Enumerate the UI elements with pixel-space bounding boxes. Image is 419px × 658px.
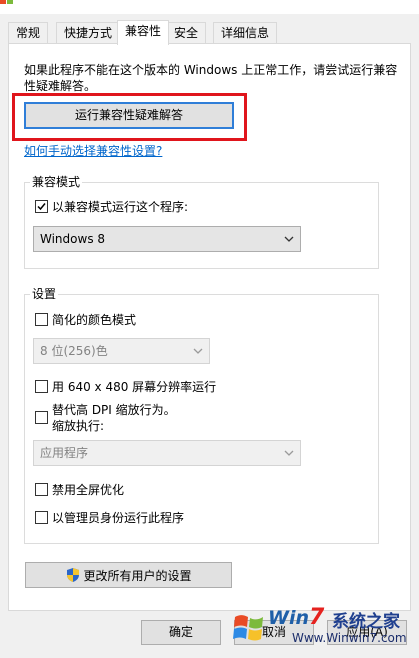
- uac-shield-icon: [67, 568, 80, 582]
- watermark: Win7 系统之家 Www.Winwin7.com: [232, 603, 419, 658]
- watermark-url: Www.Winwin7.com: [292, 631, 407, 645]
- checkbox-icon: [35, 511, 48, 524]
- dpi-label-line1: 替代高 DPI 缩放行为。: [52, 403, 176, 417]
- titlebar: [0, 0, 419, 14]
- resolution-label: 用 640 x 480 屏幕分辨率运行: [52, 380, 217, 394]
- app-icon: [0, 0, 14, 8]
- color-depth-value: 8 位(256)色: [40, 344, 108, 358]
- ok-button[interactable]: 确定: [141, 620, 221, 645]
- change-all-users-button[interactable]: 更改所有用户的设置: [25, 562, 232, 588]
- watermark-brand-seven: 7: [309, 605, 325, 630]
- compat-mode-title: 兼容模式: [30, 175, 83, 189]
- intro-text: 如果此程序不能在这个版本的 Windows 上正常工作，请尝试运行兼容性疑难解答…: [24, 63, 398, 93]
- dpi-override-checkbox[interactable]: 替代高 DPI 缩放行为。 缩放执行:: [35, 402, 176, 434]
- dpi-scaling-value: 应用程序: [40, 446, 89, 460]
- chevron-down-icon: [193, 339, 203, 371]
- tab-compatibility[interactable]: 兼容性: [117, 20, 170, 45]
- reduced-color-label: 简化的颜色模式: [52, 313, 137, 327]
- checkbox-icon: [35, 380, 48, 393]
- manual-settings-link[interactable]: 如何手动选择兼容性设置?: [24, 142, 162, 159]
- watermark-brand-win: Win: [268, 607, 309, 629]
- compat-mode-label: 以兼容模式运行这个程序:: [52, 200, 189, 214]
- os-select-value: Windows 8: [40, 232, 106, 246]
- tab-details[interactable]: 详细信息: [213, 22, 278, 44]
- dpi-scaling-select[interactable]: 应用程序: [33, 440, 301, 466]
- color-depth-select[interactable]: 8 位(256)色: [33, 338, 210, 364]
- checkbox-icon: [35, 411, 48, 424]
- fullscreen-opt-label: 禁用全屏优化: [52, 483, 125, 497]
- fullscreen-opt-checkbox[interactable]: 禁用全屏优化: [35, 482, 124, 498]
- windows-logo-icon: [233, 615, 263, 641]
- change-all-users-label: 更改所有用户的设置: [83, 568, 192, 583]
- dpi-label-line2: 缩放执行:: [52, 419, 105, 433]
- run-as-admin-checkbox[interactable]: 以管理员身份运行此程序: [35, 510, 184, 526]
- checkbox-icon: [35, 483, 48, 496]
- resolution-checkbox[interactable]: 用 640 x 480 屏幕分辨率运行: [35, 379, 216, 395]
- checkbox-icon: [35, 313, 48, 326]
- run-troubleshooter-button[interactable]: 运行兼容性疑难解答: [24, 102, 234, 129]
- reduced-color-checkbox[interactable]: 简化的颜色模式: [35, 312, 136, 328]
- watermark-brand: Win7: [268, 605, 324, 630]
- tab-general[interactable]: 常规: [8, 22, 49, 44]
- tab-shortcut[interactable]: 快捷方式: [56, 22, 121, 44]
- tab-security[interactable]: 安全: [166, 22, 207, 44]
- watermark-brand-cn: 系统之家: [332, 612, 400, 632]
- compat-mode-checkbox[interactable]: 以兼容模式运行这个程序:: [35, 199, 188, 215]
- tab-strip: 常规 快捷方式 兼容性 安全 详细信息: [0, 20, 419, 45]
- checkbox-checked-icon: [35, 200, 48, 213]
- chevron-down-icon: [284, 441, 294, 473]
- run-as-admin-label: 以管理员身份运行此程序: [52, 511, 185, 525]
- chevron-down-icon: [284, 227, 294, 259]
- os-select[interactable]: Windows 8: [33, 226, 301, 252]
- dpi-label: 替代高 DPI 缩放行为。 缩放执行:: [52, 402, 176, 434]
- settings-title: 设置: [30, 287, 59, 301]
